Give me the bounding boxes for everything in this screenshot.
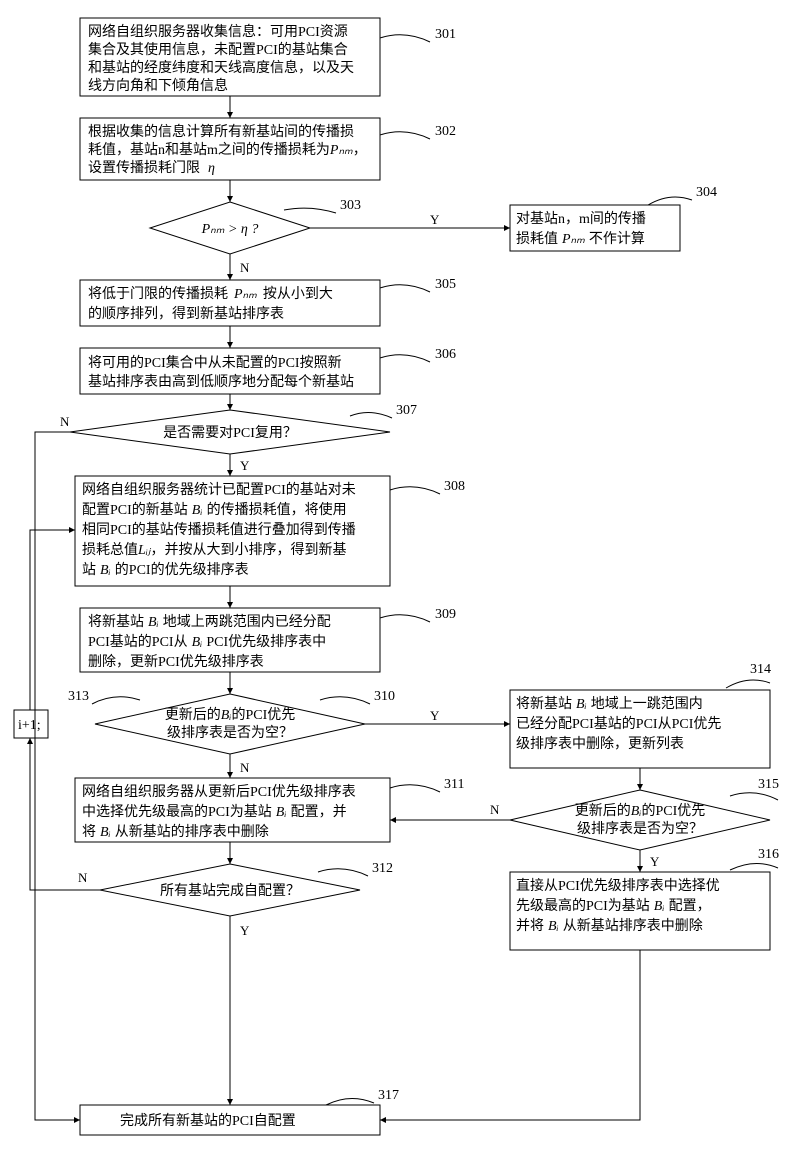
box-308-l2: 配置PCI的新基站Bᵢ的传播损耗值，将使用 — [82, 501, 347, 518]
arrow-307-n-path — [35, 432, 80, 1120]
label-315-n: N — [490, 802, 500, 817]
ref-302: 302 — [435, 124, 456, 139]
arrow-316-317 — [380, 950, 640, 1120]
box-306-l2: 基站排序表由高到低顺序地分配每个新基站 — [88, 373, 354, 390]
label-310-n: N — [240, 760, 250, 775]
ref-leader-309 — [380, 615, 430, 622]
ref-leader-315 — [730, 793, 778, 800]
ref-301: 301 — [435, 27, 456, 42]
box-304-l1: 对基站n，m间的传播 — [516, 210, 646, 227]
box-314-l3: 级排序表中删除，更新列表 — [516, 736, 684, 752]
ref-314: 314 — [750, 662, 771, 677]
decision-310-l1: 更新后的Bᵢ的PCI优先 — [165, 707, 296, 723]
label-303-y: Y — [430, 212, 440, 227]
box-301-l4: 线方向角和下倾角信息 — [88, 77, 228, 94]
ref-leader-304 — [648, 197, 692, 205]
label-312-n: N — [78, 870, 88, 885]
decision-307-text: 是否需要对PCI复用？ — [163, 424, 297, 441]
box-302-l3: 设置传播损耗门限η — [88, 160, 215, 176]
ref-leader-316 — [730, 863, 778, 870]
box-308-l4: 损耗总值Lᵢⱼ，并按从大到小排序，得到新基 — [82, 541, 346, 558]
box-305-l2: 的顺序排列，得到新基站排序表 — [88, 305, 284, 322]
ref-313: 313 — [68, 689, 89, 704]
decision-315-l1: 更新后的Bᵢ的PCI优先 — [575, 803, 706, 819]
box-302-l1: 根据收集的信息计算所有新基站间的传播损 — [88, 123, 354, 140]
decision-315 — [510, 790, 770, 850]
ref-309: 309 — [435, 607, 456, 622]
label-312-y: Y — [240, 923, 250, 938]
ref-317: 317 — [378, 1088, 399, 1103]
ref-315: 315 — [758, 777, 779, 792]
label-307-y: Y — [240, 458, 250, 473]
ref-leader-308 — [390, 487, 440, 494]
label-315-y: Y — [650, 854, 660, 869]
ref-312: 312 — [372, 861, 393, 876]
box-304-l2: 损耗值Pₙₘ不作计算 — [516, 231, 645, 247]
box-308-l5: 站Bᵢ的PCI的优先级排序表 — [82, 562, 249, 578]
ref-leader-302 — [380, 132, 430, 139]
ref-leader-313 — [92, 697, 140, 704]
flowchart-canvas: 网络自组织服务器收集信息：可用PCI资源 集合及其使用信息，未配置PCI的基站集… — [10, 10, 790, 1157]
box-311-l2: 中选择优先级最高的PCI为基站Bᵢ配置，并 — [82, 803, 347, 820]
decision-312-text: 所有基站完成自配置？ — [160, 882, 300, 899]
box-316-l3: 并将Bᵢ从新基站排序表中删除 — [516, 917, 703, 934]
box-309-l2: PCI基站的PCI从BᵢPCI优先级排序表中 — [88, 633, 326, 650]
ref-306: 306 — [435, 347, 456, 362]
ref-leader-312 — [318, 869, 368, 876]
ref-leader-303 — [284, 208, 336, 213]
ref-316: 316 — [758, 847, 779, 862]
ref-leader-317 — [326, 1098, 374, 1105]
arrow-313-up — [30, 530, 75, 710]
box-302-l2: 耗值，基站n和基站m之间的传播损耗为Pₙₘ， — [88, 141, 367, 158]
ref-leader-314 — [726, 680, 770, 688]
decision-310-l2: 级排序表是否为空？ — [167, 725, 293, 741]
box-301-l1: 网络自组织服务器收集信息：可用PCI资源 — [88, 23, 348, 40]
label-310-y: Y — [430, 708, 440, 723]
box-317-text: 完成所有新基站的PCI自配置 — [120, 1112, 296, 1129]
box-313-text: i+1; — [18, 718, 41, 733]
ref-leader-307 — [350, 412, 392, 418]
box-301-l3: 和基站的经度纬度和天线高度信息，以及天 — [88, 59, 354, 76]
box-311-l1: 网络自组织服务器从更新后PCI优先级排序表 — [82, 784, 356, 800]
decision-303-text: Pₙₘ > η ? — [201, 222, 259, 237]
ref-305: 305 — [435, 277, 456, 292]
box-314-l2: 已经分配PCI基站的PCI从PCI优先 — [516, 715, 721, 732]
box-305-l1: 将低于门限的传播损耗Pₙₘ按从小到大 — [88, 286, 333, 302]
ref-310: 310 — [374, 689, 395, 704]
box-316-l1: 直接从PCI优先级排序表中选择优 — [516, 877, 720, 894]
box-309-l1: 将新基站Bᵢ地域上两跳范围内已经分配 — [88, 613, 331, 630]
label-307-n: N — [60, 414, 70, 429]
box-308-l3: 相同PCI的基站传播损耗值进行叠加得到传播 — [82, 521, 356, 538]
ref-leader-306 — [380, 355, 430, 362]
box-314-l1: 将新基站Bᵢ地域上一跳范围内 — [516, 695, 703, 712]
box-316-l2: 先级最高的PCI为基站Bᵢ配置， — [516, 897, 711, 914]
ref-311: 311 — [444, 777, 464, 792]
decision-315-l2: 级排序表是否为空？ — [577, 821, 703, 837]
ref-303: 303 — [340, 198, 361, 213]
ref-308: 308 — [444, 479, 465, 494]
decision-310 — [95, 694, 365, 754]
box-306-l1: 将可用的PCI集合中从未配置的PCI按照新 — [88, 354, 342, 371]
label-303-n: N — [240, 260, 250, 275]
ref-leader-301 — [380, 35, 430, 42]
box-309-l3: 删除，更新PCI优先级排序表 — [88, 654, 264, 670]
ref-307: 307 — [396, 403, 417, 418]
box-301-l2: 集合及其使用信息，未配置PCI的基站集合 — [88, 41, 348, 58]
ref-leader-305 — [380, 285, 430, 292]
ref-leader-310 — [320, 697, 370, 704]
ref-leader-311 — [390, 785, 440, 792]
box-311-l3: 将Bᵢ从新基站的排序表中删除 — [82, 823, 269, 840]
box-308-l1: 网络自组织服务器统计已配置PCI的基站对未 — [82, 481, 356, 498]
ref-304: 304 — [696, 185, 717, 200]
